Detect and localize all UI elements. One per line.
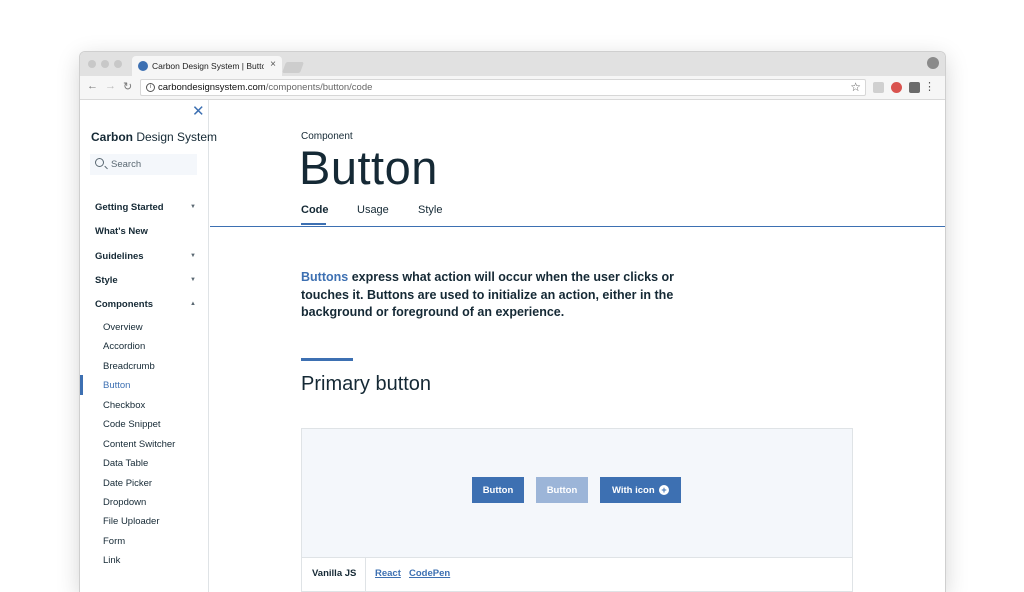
sidebar-item-guidelines[interactable]: Guidelines <box>95 251 144 262</box>
address-bar[interactable]: i carbondesignsystem.com/components/butt… <box>140 79 866 96</box>
sidebar-subitem-date-picker[interactable]: Date Picker <box>103 478 152 489</box>
sidebar-item-getting-started[interactable]: Getting Started <box>95 202 164 213</box>
chevron-down-icon[interactable]: ▼ <box>190 204 196 210</box>
sidebar-subitem-breadcrumb[interactable]: Breadcrumb <box>103 361 155 372</box>
sidebar-subitem-overview[interactable]: Overview <box>103 322 143 333</box>
search-input[interactable] <box>111 157 191 172</box>
back-arrow-icon[interactable]: ← <box>87 80 98 92</box>
chevron-down-icon[interactable]: ▼ <box>190 277 196 283</box>
sidebar-subitem-code-snippet[interactable]: Code Snippet <box>103 419 161 430</box>
chevron-up-icon[interactable]: ▲ <box>190 301 196 307</box>
sidebar-subitem-form[interactable]: Form <box>103 536 125 547</box>
adblock-icon[interactable] <box>891 82 902 93</box>
tabs-divider <box>210 226 945 227</box>
sidebar-subitem-file-uploader[interactable]: File Uploader <box>103 516 160 527</box>
sidebar-subitem-data-table[interactable]: Data Table <box>103 458 148 469</box>
sidebar-subitem-button[interactable]: Button <box>103 380 130 391</box>
url-host: carbondesignsystem.com <box>158 82 266 93</box>
url-path: /components/button/code <box>265 82 373 93</box>
code-tab-divider <box>365 558 366 592</box>
lead-text: express what action will occur when the … <box>301 270 675 319</box>
minimize-window-dot[interactable] <box>101 60 109 68</box>
favicon-icon <box>138 61 148 71</box>
section-accent-rule <box>301 358 353 361</box>
brand-bold: Carbon <box>91 130 133 144</box>
lead-paragraph: Buttons express what action will occur w… <box>301 269 701 322</box>
brand-rest: Design System <box>133 130 218 144</box>
disabled-button-demo: Button <box>536 477 588 503</box>
sidebar-subitem-dropdown[interactable]: Dropdown <box>103 497 146 508</box>
sidebar-item-whats-new[interactable]: What's New <box>95 226 148 237</box>
browser-tab[interactable]: Carbon Design System | Button × <box>132 56 282 76</box>
close-tab-icon[interactable]: × <box>270 59 276 70</box>
tab-strip: Carbon Design System | Button × <box>80 52 945 76</box>
sidebar-search <box>90 154 197 175</box>
profile-icon[interactable] <box>927 57 939 69</box>
browser-menu-icon[interactable]: ⋮ <box>924 80 935 93</box>
sidebar-subitem-checkbox[interactable]: Checkbox <box>103 400 145 411</box>
code-tabs: Vanilla JS React CodePen <box>301 558 853 592</box>
button-demo-area: Button Button With icon + <box>301 428 853 558</box>
selected-tab-indicator <box>301 223 326 225</box>
sidebar: ✕ Carbon Design System Getting Started ▼… <box>80 100 217 592</box>
new-tab-button[interactable] <box>281 62 305 73</box>
tab-style[interactable]: Style <box>418 204 442 216</box>
code-tab-react[interactable]: React <box>375 568 401 579</box>
sidebar-subitem-accordion[interactable]: Accordion <box>103 341 145 352</box>
chevron-down-icon[interactable]: ▼ <box>190 253 196 259</box>
sidebar-item-components[interactable]: Components <box>95 299 153 310</box>
close-window-dot[interactable] <box>88 60 96 68</box>
maximize-window-dot[interactable] <box>114 60 122 68</box>
tab-title: Carbon Design System | Button <box>152 61 264 71</box>
url-text: carbondesignsystem.com/components/button… <box>158 82 372 93</box>
reload-icon[interactable]: ↻ <box>123 80 132 93</box>
buttons-link[interactable]: Buttons <box>301 270 348 284</box>
page-title: Button <box>299 141 438 194</box>
code-tab-vanilla-js[interactable]: Vanilla JS <box>312 568 356 579</box>
bookmark-star-icon[interactable]: ☆ <box>850 80 861 94</box>
site-brand[interactable]: Carbon Design System <box>91 130 217 144</box>
tab-code[interactable]: Code <box>301 204 329 216</box>
browser-toolbar: ← → ↻ i carbondesignsystem.com/component… <box>80 76 945 100</box>
add-circle-icon: + <box>659 485 669 495</box>
sidebar-subitem-content-switcher[interactable]: Content Switcher <box>103 439 175 450</box>
with-icon-label: With icon <box>612 484 655 496</box>
primary-button-demo[interactable]: Button <box>472 477 524 503</box>
forward-arrow-icon[interactable]: → <box>105 80 116 92</box>
section-title: Primary button <box>301 373 432 395</box>
sidebar-item-style[interactable]: Style <box>95 275 118 286</box>
close-sidebar-icon[interactable]: ✕ <box>192 102 205 120</box>
browser-window: Carbon Design System | Button × ← → ↻ i … <box>80 52 945 592</box>
code-tab-codepen[interactable]: CodePen <box>409 568 450 579</box>
extension-icon[interactable] <box>873 82 884 93</box>
sidebar-subitem-link[interactable]: Link <box>103 555 120 566</box>
with-icon-button-demo[interactable]: With icon + <box>600 477 681 503</box>
search-icon <box>95 158 104 167</box>
main-content: Component Button Code Usage Style Button… <box>210 100 945 592</box>
tab-usage[interactable]: Usage <box>357 204 389 216</box>
page-content: ✕ Carbon Design System Getting Started ▼… <box>80 100 945 592</box>
active-indicator <box>80 375 83 395</box>
extension-menu-icon[interactable] <box>909 82 920 93</box>
info-icon[interactable]: i <box>146 83 155 92</box>
